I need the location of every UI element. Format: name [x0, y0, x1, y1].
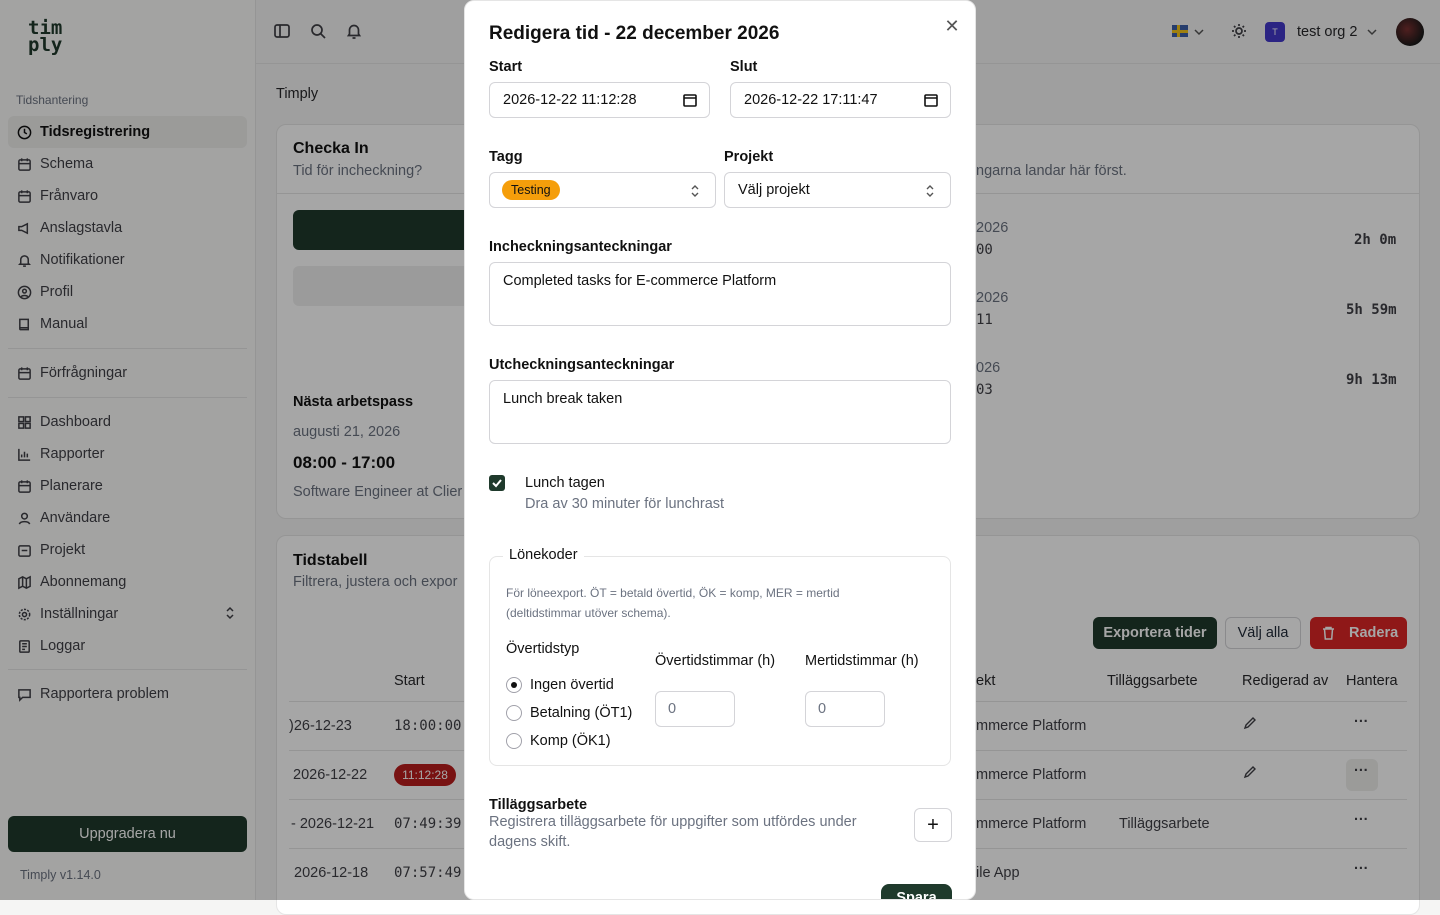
extra-hours-label: Mertidstimmar (h) [805, 653, 919, 669]
overtime-hours-label: Övertidstimmar (h) [655, 653, 776, 669]
pay-codes-legend: Lönekoder [503, 547, 584, 563]
overtime-hours-input[interactable]: 0 [655, 691, 735, 727]
check-icon [492, 479, 502, 488]
calendar-icon[interactable] [924, 93, 938, 107]
pay-codes-description: För löneexport. ÖT = betald övertid, ÖK … [506, 586, 840, 600]
lunch-checkbox[interactable] [489, 475, 505, 491]
chevron-up-down-icon [926, 185, 934, 197]
calendar-icon[interactable] [683, 93, 697, 107]
radio-payment-ot1-label[interactable]: Betalning (ÖT1) [530, 705, 632, 721]
checkin-notes-textarea[interactable]: Completed tasks for E-commerce Platform [489, 262, 951, 326]
start-datetime-input[interactable]: 2026-12-22 11:12:28 [489, 82, 710, 118]
edit-time-dialog: Redigera tid - 22 december 2026 ✕ Start … [464, 0, 976, 900]
extra-hours-input[interactable]: 0 [805, 691, 885, 727]
end-label: Slut [730, 59, 758, 75]
radio-comp-ok1[interactable] [506, 733, 522, 749]
checkout-notes-label: Utcheckningsanteckningar [489, 357, 675, 373]
tag-label: Tagg [489, 149, 523, 165]
extra-work-description: dagens skift. [489, 834, 571, 850]
plus-icon: + [927, 813, 939, 836]
radio-no-overtime-label[interactable]: Ingen övertid [530, 677, 614, 693]
radio-comp-ok1-label[interactable]: Komp (ÖK1) [530, 733, 611, 749]
checkout-notes-textarea[interactable]: Lunch break taken [489, 380, 951, 444]
close-icon[interactable]: ✕ [943, 17, 961, 35]
extra-work-description: Registrera tilläggsarbete för uppgifter … [489, 814, 857, 830]
lunch-label[interactable]: Lunch tagen [525, 475, 605, 491]
tag-select[interactable]: Testing [489, 172, 716, 208]
save-button[interactable]: Spara [881, 884, 952, 899]
overtime-type-label: Övertidstyp [506, 641, 580, 657]
extra-work-title: Tilläggsarbete [489, 797, 588, 813]
project-select[interactable]: Välj projekt [724, 172, 951, 208]
chevron-up-down-icon [691, 185, 699, 197]
project-label: Projekt [724, 149, 774, 165]
checkin-notes-label: Incheckningsanteckningar [489, 239, 672, 255]
pay-codes-description: (deltidstimmar utöver schema). [506, 606, 671, 620]
radio-payment-ot1[interactable] [506, 705, 522, 721]
start-label: Start [489, 59, 523, 75]
add-extra-work-button[interactable]: + [914, 808, 952, 842]
tag-badge: Testing [502, 180, 560, 200]
radio-no-overtime[interactable] [506, 677, 522, 693]
lunch-description: Dra av 30 minuter för lunchrast [525, 496, 725, 512]
end-datetime-input[interactable]: 2026-12-22 17:11:47 [730, 82, 951, 118]
dialog-title: Redigera tid - 22 december 2026 [489, 23, 780, 44]
